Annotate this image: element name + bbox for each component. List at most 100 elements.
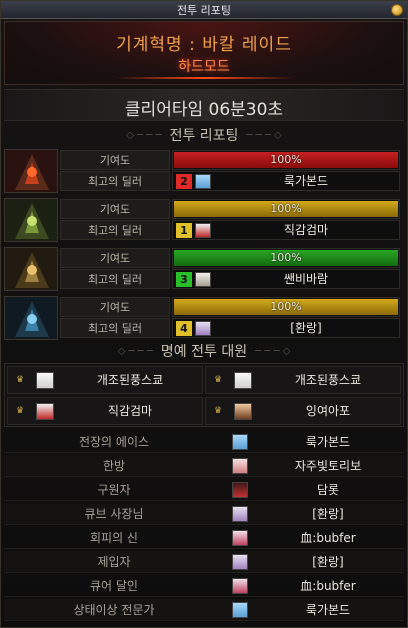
award-recipient[interactable]: 血:bubfer: [252, 575, 404, 597]
section-header-honor: 명예 전투 대원: [4, 341, 404, 361]
top-dealer-label: 최고의 딜러: [60, 269, 170, 289]
contribution-value: 100%: [270, 251, 302, 264]
award-row: 회피의 신 血:bubfer: [4, 527, 404, 549]
character-avatar-icon: [232, 482, 248, 498]
section-title: 명예 전투 대원: [160, 344, 248, 360]
member-name: 개조된풍스쿄: [96, 373, 164, 387]
award-row: 구원자 담롯: [4, 479, 404, 501]
award-row: 상태이상 전문가 룩가본드: [4, 599, 404, 621]
clear-time: 클리어타임 06분30초: [124, 100, 284, 120]
top-dealer-label: 최고의 딜러: [60, 220, 170, 240]
dealer-box: 4 [환랑]: [172, 318, 400, 338]
award-title: 큐어 달인: [90, 579, 138, 593]
top-dealer-row: 최고의 딜러 3 쌘비바람: [60, 269, 404, 289]
dealer-name[interactable]: 쌘비바람: [213, 270, 399, 288]
top-dealer-row: 최고의 딜러 2 룩가본드: [60, 171, 404, 191]
contribution-value: 100%: [270, 300, 302, 313]
battle-report-window: 전투 리포팅 기계혁명 : 바칼 레이드 하드모드 클리어타임 06분30초 전…: [0, 0, 408, 628]
character-avatar-icon: [195, 223, 211, 238]
award-title: 한방: [102, 459, 126, 473]
award-title: 상태이상 전문가: [73, 603, 155, 617]
award-recipient[interactable]: 룩가본드: [252, 599, 404, 621]
boss-block: 기여도 100% 최고의 딜러 3 쌘비바람: [4, 247, 404, 291]
award-recipient[interactable]: 자주빛토리보: [252, 455, 404, 477]
window-title: 전투 리포팅: [176, 4, 232, 17]
blue-dragon-portrait-icon: [4, 296, 58, 340]
character-avatar-icon: [36, 372, 54, 389]
boss-block: 기여도 100% 최고의 딜러 2 룩가본드: [4, 149, 404, 193]
character-avatar-icon: [195, 272, 211, 287]
member-name: 직감검마: [107, 404, 153, 418]
member-name: 개조된풍스쿄: [294, 373, 362, 387]
character-avatar-icon: [232, 530, 248, 546]
contribution-bar: 100%: [172, 297, 400, 317]
crown-icon: ♛: [214, 375, 223, 385]
award-title: 회피의 신: [90, 531, 138, 545]
dealer-box: 2 룩가본드: [172, 171, 400, 191]
crown-icon: ♛: [16, 375, 25, 385]
award-title: 구원자: [97, 483, 131, 497]
contribution-label: 기여도: [60, 297, 170, 317]
crown-icon: ♛: [214, 406, 223, 416]
title-bar: 전투 리포팅: [1, 1, 407, 19]
award-title: 전장의 에이스: [78, 435, 150, 449]
award-title: 큐브 사장님: [84, 507, 144, 521]
top-dealer-label: 최고의 딜러: [60, 171, 170, 191]
dealer-box: 1 직감검마: [172, 220, 400, 240]
contribution-row: 기여도 100%: [60, 150, 404, 170]
character-avatar-icon: [195, 174, 211, 189]
red-dragon-portrait-icon: [4, 149, 58, 193]
award-recipient[interactable]: 룩가본드: [252, 431, 404, 453]
top-dealer-row: 최고의 딜러 4 [환랑]: [60, 318, 404, 338]
rank-badge: 4: [176, 321, 192, 336]
close-icon[interactable]: [391, 4, 403, 16]
character-avatar-icon: [232, 602, 248, 618]
contribution-label: 기여도: [60, 248, 170, 268]
award-row: 큐브 사장님 [환랑]: [4, 503, 404, 525]
raid-banner: 기계혁명 : 바칼 레이드 하드모드: [4, 21, 404, 85]
contribution-row: 기여도 100%: [60, 297, 404, 317]
contribution-value: 100%: [270, 153, 302, 166]
dealer-name[interactable]: [환랑]: [213, 319, 399, 337]
award-recipient[interactable]: [환랑]: [252, 551, 404, 573]
crown-icon: ♛: [16, 406, 25, 416]
boss-block: 기여도 100% 최고의 딜러 4 [환랑]: [4, 296, 404, 340]
green-dragon-portrait-icon: [4, 198, 58, 242]
honor-member[interactable]: ♛ 직감검마: [7, 397, 203, 425]
award-recipient[interactable]: [환랑]: [252, 503, 404, 525]
contribution-row: 기여도 100%: [60, 199, 404, 219]
mode-underline: [115, 77, 295, 79]
award-row: 큐어 달인 血:bubfer: [4, 575, 404, 597]
honor-member[interactable]: ♛ 개조된풍스쿄: [7, 366, 203, 394]
character-avatar-icon: [234, 403, 252, 420]
top-dealer-label: 최고의 딜러: [60, 318, 170, 338]
rank-badge: 1: [176, 223, 192, 238]
character-avatar-icon: [232, 506, 248, 522]
character-avatar-icon: [232, 458, 248, 474]
contribution-bar: 100%: [172, 199, 400, 219]
rank-badge: 3: [176, 272, 192, 287]
award-title: 제입자: [97, 555, 131, 569]
dealer-name[interactable]: 직감검마: [213, 221, 399, 239]
dealer-name[interactable]: 룩가본드: [213, 172, 399, 190]
award-recipient[interactable]: 담롯: [252, 479, 404, 501]
award-row: 제입자 [환랑]: [4, 551, 404, 573]
raid-mode: 하드모드: [178, 59, 230, 75]
honor-member[interactable]: ♛ 개조된풍스쿄: [205, 366, 401, 394]
award-row: 한방 자주빛토리보: [4, 455, 404, 477]
honor-member[interactable]: ♛ 잉여아포: [205, 397, 401, 425]
contribution-label: 기여도: [60, 199, 170, 219]
gold-dragon-portrait-icon: [4, 247, 58, 291]
contribution-row: 기여도 100%: [60, 248, 404, 268]
character-avatar-icon: [36, 403, 54, 420]
character-avatar-icon: [232, 578, 248, 594]
honor-members: ♛ 개조된풍스쿄 ♛ 개조된풍스쿄 ♛ 직감검마 ♛ 잉여아포: [4, 363, 404, 427]
contribution-bar: 100%: [172, 150, 400, 170]
section-header-battle-report: 전투 리포팅: [4, 125, 404, 145]
awards-list: 전장의 에이스 룩가본드 한방 자주빛토리보 구원자 담롯 큐브 사장님 [환랑…: [4, 431, 404, 627]
contribution-value: 100%: [270, 202, 302, 215]
award-recipient[interactable]: 血:bubfer: [252, 527, 404, 549]
clear-time-bar: 클리어타임 06분30초: [4, 89, 404, 121]
character-avatar-icon: [232, 554, 248, 570]
raid-name: 기계혁명 : 바칼 레이드: [116, 35, 292, 55]
